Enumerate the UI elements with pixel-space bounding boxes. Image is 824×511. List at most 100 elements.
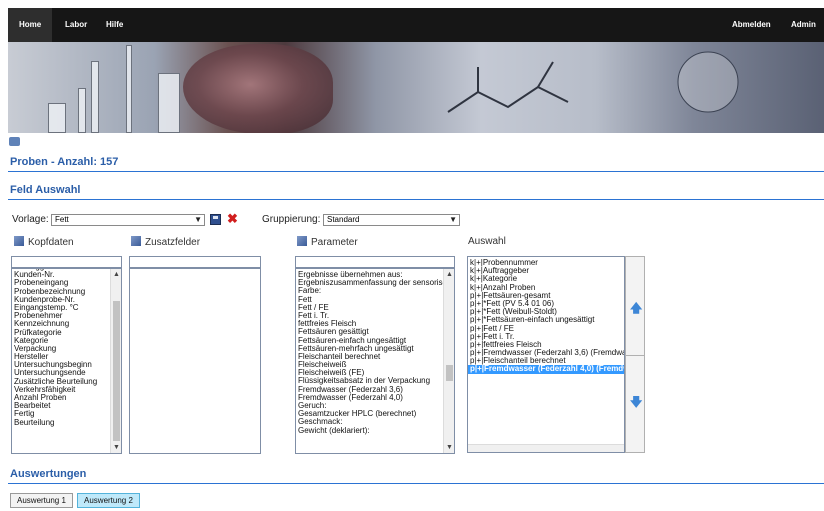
list-item[interactable]: Eingangstemp. °C	[12, 304, 112, 312]
save-icon[interactable]	[210, 214, 221, 225]
list-item[interactable]: Prüfkategorie	[12, 329, 112, 337]
list-item[interactable]: Geschmack:	[296, 418, 443, 426]
parameter-filter-input[interactable]	[295, 256, 455, 268]
move-buttons: 🡅 🡇	[625, 256, 645, 453]
list-item[interactable]: Fleischeiweiß (FE)	[296, 369, 443, 377]
list-item[interactable]: p|+|Fremdwasser (Federzahl 3,6) (Fremdwa…	[468, 349, 624, 357]
feld-auswahl-title: Feld Auswahl	[10, 184, 81, 196]
auswertungen-title: Auswertungen	[10, 468, 87, 480]
folder-icon	[297, 236, 307, 246]
move-down-arrow-icon[interactable]: 🡇	[630, 393, 642, 414]
scroll-thumb[interactable]	[113, 301, 120, 441]
list-item[interactable]: p|+|fettfreies Fleisch	[468, 341, 624, 349]
gruppierung-value: Standard	[327, 215, 360, 224]
list-item[interactable]: Probenbezeichnung	[12, 288, 112, 296]
list-item[interactable]: Probenehmer	[12, 312, 112, 320]
chevron-down-icon: ▼	[446, 444, 453, 451]
list-item[interactable]: Fett	[296, 296, 443, 304]
list-item[interactable]: p|+|Fett / FE	[468, 325, 624, 333]
list-item[interactable]: Kundenprobe-Nr.	[12, 296, 112, 304]
zusatzfelder-filter-input[interactable]	[129, 256, 261, 268]
list-item[interactable]: Ergebniszusammenfassung der sensorischen	[296, 279, 443, 287]
delete-icon[interactable]: ✖	[227, 212, 238, 225]
kopfdaten-listbox[interactable]: AuftraggeberKunden-Nr.ProbeneingangProbe…	[11, 268, 122, 454]
list-item[interactable]: Untersuchungsende	[12, 369, 112, 377]
nav-home[interactable]: Home	[8, 8, 53, 42]
list-item[interactable]: Anzahl Proben	[12, 394, 112, 402]
list-item[interactable]: Flüssigkeitsabsatz in der Verpackung	[296, 377, 443, 385]
list-item[interactable]: Zusätzliche Beurteilung	[12, 378, 112, 386]
nav-admin[interactable]: Admin	[780, 8, 824, 42]
list-item[interactable]: Bearbeitet	[12, 402, 112, 410]
proben-count-title: Proben - Anzahl: 157	[10, 156, 119, 168]
list-item[interactable]: Fettsäuren-mehrfach ungesättigt	[296, 345, 443, 353]
list-item[interactable]: Kunden-Nr.	[12, 271, 112, 279]
list-item[interactable]: Hersteller	[12, 353, 112, 361]
list-item[interactable]: p|+|*Fett (PV 5.4 01 06)	[468, 300, 624, 308]
list-item[interactable]: Gesamtzucker HPLC (berechnet)	[296, 410, 443, 418]
list-item[interactable]: p|+|Fettsäuren-gesamt	[468, 292, 624, 300]
list-item[interactable]: Fleischeiweiß	[296, 361, 443, 369]
list-item[interactable]: p|+|*Fettsäuren-einfach ungesättigt	[468, 316, 624, 324]
list-item[interactable]: Fettsäuren gesättigt	[296, 328, 443, 336]
kopfdaten-filter-input[interactable]	[11, 256, 122, 268]
refresh-icon[interactable]	[9, 137, 20, 146]
list-item[interactable]: Verpackung	[12, 345, 112, 353]
chevron-down-icon: ▼	[449, 215, 457, 224]
header-banner-image	[8, 42, 824, 133]
parameter-label: Parameter	[311, 237, 358, 248]
scroll-thumb[interactable]	[446, 365, 453, 381]
list-item[interactable]: Fertig	[12, 410, 112, 418]
list-item[interactable]: Probeneingang	[12, 279, 112, 287]
list-item[interactable]: Beurteilung	[12, 419, 112, 427]
list-item[interactable]: k|+|Anzahl Proben	[468, 284, 624, 292]
chevron-up-icon: ▲	[446, 271, 453, 278]
tab-auswertung-1[interactable]: Auswertung 1	[10, 493, 73, 508]
parameter-listbox[interactable]: Ergebnisse übernehmen aus: Ergebniszusamm…	[295, 268, 455, 454]
divider	[8, 199, 824, 200]
list-item[interactable]: p|+|Fremdwasser (Federzahl 4,0) (Fremdwa…	[468, 365, 624, 374]
list-item[interactable]: Untersuchungsbeginn	[12, 361, 112, 369]
vorlage-select[interactable]: Fett ▼	[51, 214, 205, 226]
list-item[interactable]: p|+|Fleischanteil berechnet	[468, 357, 624, 365]
list-item[interactable]: Fleischanteil berechnet	[296, 353, 443, 361]
chevron-down-icon: ▼	[113, 444, 120, 451]
list-item[interactable]: k|+|Probennummer	[468, 259, 624, 267]
list-item[interactable]: k|+|Kategorie	[468, 275, 624, 283]
nav-abmelden[interactable]: Abmelden	[721, 8, 782, 42]
nav-hilfe[interactable]: Hilfe	[95, 8, 134, 42]
list-item[interactable]: Fremdwasser (Federzahl 3,6)	[296, 386, 443, 394]
list-item[interactable]: Fettsäuren-einfach ungesättigt	[296, 337, 443, 345]
vorlage-label: Vorlage:	[12, 214, 49, 225]
list-item[interactable]: fettfreies Fleisch	[296, 320, 443, 328]
auswahl-header: Auswahl	[468, 236, 506, 247]
horizontal-scrollbar[interactable]	[468, 444, 624, 452]
kopfdaten-label: Kopfdaten	[28, 237, 74, 248]
list-item[interactable]: Fett / FE	[296, 304, 443, 312]
list-item[interactable]: Kategorie	[12, 337, 112, 345]
folder-icon	[131, 236, 141, 246]
list-item[interactable]: Fett i. Tr.	[296, 312, 443, 320]
divider	[8, 171, 824, 172]
tab-auswertung-2[interactable]: Auswertung 2	[77, 493, 140, 508]
list-item[interactable]: k|+|Auftraggeber	[468, 267, 624, 275]
auswahl-listbox[interactable]: k|+|Probennummer k|+|Auftraggeber k|+|Kate…	[467, 256, 625, 453]
list-item[interactable]: Farbe:	[296, 287, 443, 295]
nav-labor[interactable]: Labor	[54, 8, 98, 42]
scrollbar[interactable]: ▲ ▼	[110, 269, 121, 453]
list-item[interactable]: Gewicht (deklariert):	[296, 427, 443, 435]
move-up-arrow-icon[interactable]: 🡅	[630, 299, 642, 320]
list-item[interactable]: Geruch:	[296, 402, 443, 410]
list-item[interactable]: Verkehrsfähigkeit	[12, 386, 112, 394]
folder-icon	[14, 236, 24, 246]
gruppierung-select[interactable]: Standard ▼	[323, 214, 460, 226]
kopfdaten-header: Kopfdaten	[14, 236, 74, 248]
list-item[interactable]: p|+|*Fett (Weibull-Stoldt)	[468, 308, 624, 316]
zusatzfelder-listbox[interactable]	[129, 268, 261, 454]
scrollbar[interactable]: ▲ ▼	[443, 269, 454, 453]
list-item[interactable]: Fremdwasser (Federzahl 4,0)	[296, 394, 443, 402]
gruppierung-label: Gruppierung:	[262, 214, 321, 225]
list-item[interactable]: p|+|Fett i. Tr.	[468, 333, 624, 341]
list-item[interactable]: Kennzeichnung	[12, 320, 112, 328]
list-item[interactable]: Ergebnisse übernehmen aus:	[296, 271, 443, 279]
